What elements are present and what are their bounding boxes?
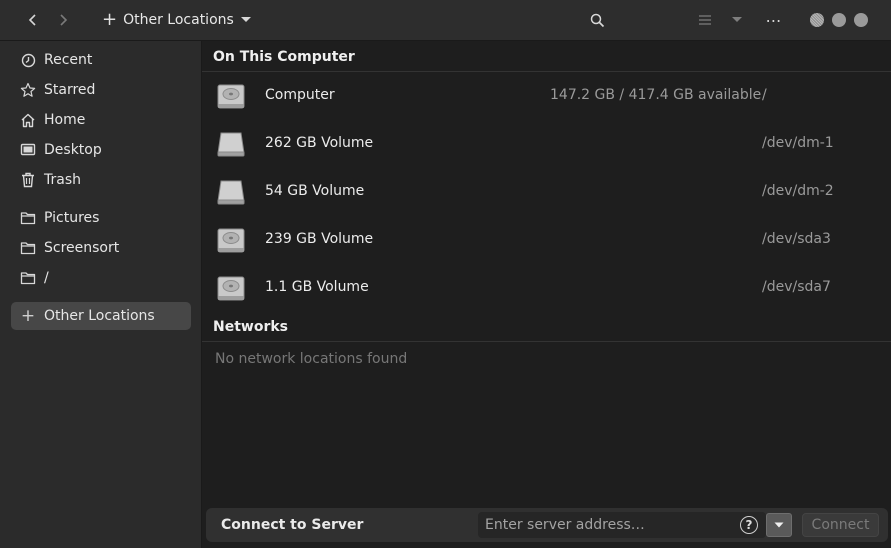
drive-name: Computer [265,87,335,103]
sidebar-item-label: Other Locations [44,308,155,324]
sidebar-item-label: Home [44,112,86,128]
sidebar-item-label: Trash [44,172,81,188]
section-title-networks: Networks [213,319,289,335]
drive-path: / [762,87,767,103]
home-icon [20,112,36,128]
drive-row[interactable]: Computer 147.2 GB / 417.4 GB available / [202,72,891,120]
hard-disk-icon [217,228,245,253]
ellipsis-icon: ⋯ [765,10,783,30]
chevron-down-icon [774,522,784,528]
drive-name: 239 GB Volume [265,231,374,247]
recent-servers-dropdown-button[interactable] [766,513,792,537]
star-icon [20,82,36,98]
drive-row[interactable]: 239 GB Volume /dev/sda3 [202,216,891,264]
chevron-down-icon [732,17,742,22]
back-button[interactable] [19,6,47,34]
connect-button[interactable]: Connect [802,513,879,537]
hard-disk-icon [217,276,245,301]
view-options-button[interactable] [724,6,750,34]
sidebar-item-trash[interactable]: Trash [11,166,191,194]
drive-row[interactable]: 54 GB Volume /dev/dm-2 [202,168,891,216]
main-menu-button[interactable]: ⋯ [760,6,788,34]
sidebar-item-recent[interactable]: Recent [11,46,191,74]
folder-icon [20,240,36,256]
plus-icon: + [20,306,36,326]
list-view-button[interactable] [692,6,718,34]
networks-empty-message: No network locations found [215,351,408,367]
location-button[interactable]: + Other Locations [96,6,258,34]
hard-disk-icon [217,84,245,109]
sidebar-item-label: Starred [44,82,96,98]
help-icon[interactable]: ? [740,516,758,534]
chevron-left-icon [28,14,36,26]
sidebar-item-screensort[interactable]: Screensort [11,234,191,262]
drive-name: 262 GB Volume [265,135,374,151]
folder-icon [20,210,36,226]
drive-path: /dev/sda3 [762,231,831,247]
sidebar-item-label: Recent [44,52,93,68]
close-button[interactable] [854,13,868,27]
drive-icon [217,132,245,157]
trash-icon [20,172,36,188]
connect-to-server-title: Connect to Server [221,517,364,533]
drive-path: /dev/sda7 [762,279,831,295]
sidebar-item-root[interactable]: / [11,264,191,292]
main-content: On This Computer Computer 147.2 GB / 417… [202,41,891,548]
sidebar-item-label: / [44,270,49,286]
sidebar-item-starred[interactable]: Starred [11,76,191,104]
sidebar-item-label: Desktop [44,142,102,158]
forward-button[interactable] [49,6,77,34]
sidebar-item-home[interactable]: Home [11,106,191,134]
maximize-button[interactable] [832,13,846,27]
drive-name: 1.1 GB Volume [265,279,369,295]
server-address-input[interactable] [478,512,766,538]
location-label: Other Locations [123,12,234,28]
sidebar-item-label: Pictures [44,210,100,226]
section-title-on-this-computer: On This Computer [213,49,355,65]
sidebar: Recent Starred Home Desktop Trash Pictur… [0,41,202,548]
clock-icon [20,52,36,68]
drive-icon [217,180,245,205]
search-button[interactable] [583,6,611,34]
drive-available: 147.2 GB / 417.4 GB available [550,87,762,103]
drive-path: /dev/dm-2 [762,183,834,199]
sidebar-item-pictures[interactable]: Pictures [11,204,191,232]
desktop-icon [20,142,36,158]
sidebar-item-other-locations[interactable]: + Other Locations [11,302,191,330]
plus-icon: + [102,9,118,30]
sidebar-item-desktop[interactable]: Desktop [11,136,191,164]
search-icon [590,13,604,27]
drive-row[interactable]: 262 GB Volume /dev/dm-1 [202,120,891,168]
connect-to-server-bar: Connect to Server ? Connect [206,508,888,542]
drive-path: /dev/dm-1 [762,135,834,151]
folder-icon [20,270,36,286]
sidebar-item-label: Screensort [44,240,120,256]
list-view-icon [699,15,711,25]
chevron-right-icon [60,14,68,26]
drive-name: 54 GB Volume [265,183,365,199]
divider [202,341,891,342]
chevron-down-icon [240,17,251,22]
minimize-button[interactable] [810,13,824,27]
header-bar: + Other Locations ⋯ [0,0,891,41]
drive-row[interactable]: 1.1 GB Volume /dev/sda7 [202,264,891,312]
